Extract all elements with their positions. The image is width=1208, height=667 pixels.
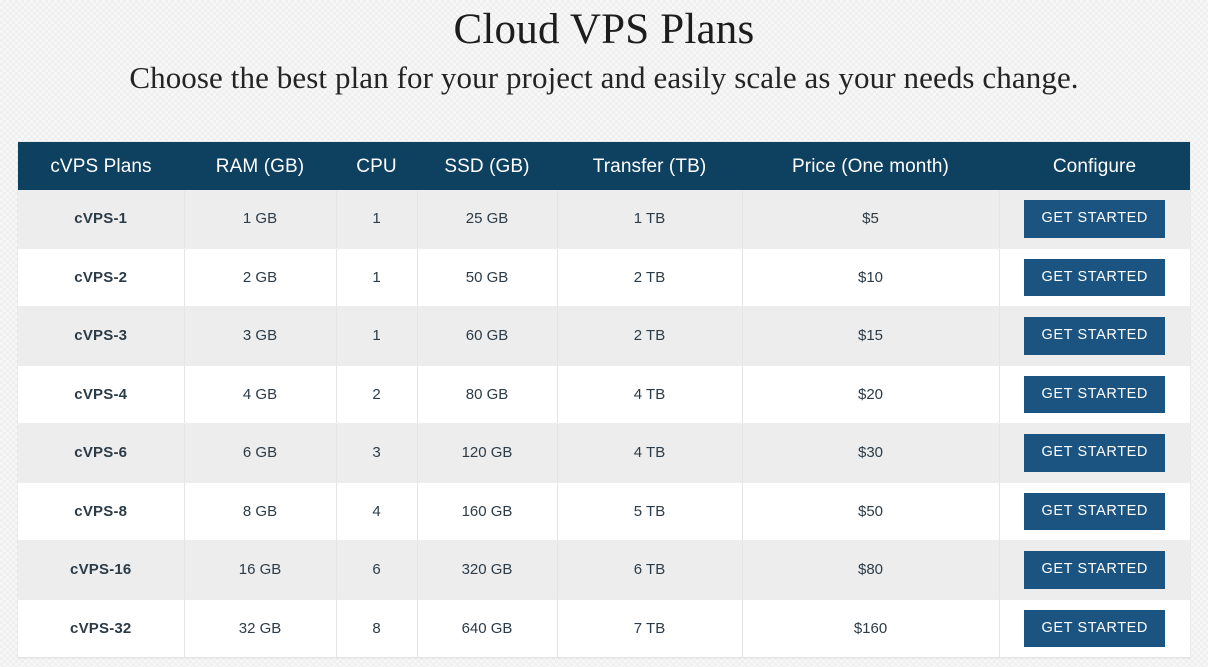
- cell-configure: GET STARTED: [999, 482, 1190, 541]
- page-subtitle: Choose the best plan for your project an…: [129, 60, 1079, 96]
- cell-price: $20: [742, 365, 1000, 424]
- column-header-ram: RAM (GB): [184, 142, 336, 190]
- table-body: cVPS-1 1 GB 1 25 GB 1 TB $5 GET STARTED …: [18, 190, 1190, 658]
- cell-ram: 1 GB: [184, 190, 337, 249]
- cell-ram: 6 GB: [184, 423, 337, 483]
- get-started-button[interactable]: GET STARTED: [1024, 317, 1165, 355]
- cell-ram: 4 GB: [184, 365, 337, 424]
- cell-transfer: 4 TB: [557, 423, 743, 483]
- cell-configure: GET STARTED: [999, 365, 1190, 424]
- cell-configure: GET STARTED: [999, 540, 1190, 600]
- cell-transfer: 7 TB: [557, 599, 743, 658]
- cell-cpu: 1: [336, 190, 418, 249]
- cell-transfer: 5 TB: [557, 482, 743, 541]
- table-row: cVPS-3 3 GB 1 60 GB 2 TB $15 GET STARTED: [18, 306, 1190, 366]
- cell-configure: GET STARTED: [999, 599, 1190, 658]
- table-row: cVPS-2 2 GB 1 50 GB 2 TB $10 GET STARTED: [18, 248, 1190, 307]
- table-row: cVPS-4 4 GB 2 80 GB 4 TB $20 GET STARTED: [18, 365, 1190, 424]
- get-started-button[interactable]: GET STARTED: [1024, 551, 1165, 589]
- get-started-button[interactable]: GET STARTED: [1024, 258, 1165, 296]
- column-header-transfer: Transfer (TB): [557, 142, 742, 190]
- get-started-button[interactable]: GET STARTED: [1024, 434, 1165, 472]
- cell-price: $30: [742, 423, 1000, 483]
- column-header-ssd: SSD (GB): [417, 142, 557, 190]
- cell-transfer: 2 TB: [557, 248, 743, 307]
- cell-price: $50: [742, 482, 1000, 541]
- cell-ssd: 50 GB: [417, 248, 558, 307]
- get-started-button[interactable]: GET STARTED: [1024, 609, 1165, 647]
- cell-cpu: 8: [336, 599, 418, 658]
- cell-ram: 32 GB: [184, 599, 337, 658]
- cell-plan-name: cVPS-3: [18, 306, 185, 366]
- cell-price: $80: [742, 540, 1000, 600]
- cell-ram: 3 GB: [184, 306, 337, 366]
- cell-plan-name: cVPS-8: [18, 482, 185, 541]
- cell-transfer: 2 TB: [557, 306, 743, 366]
- cell-ssd: 80 GB: [417, 365, 558, 424]
- pricing-page: Cloud VPS Plans Choose the best plan for…: [0, 0, 1208, 667]
- table-row: cVPS-16 16 GB 6 320 GB 6 TB $80 GET STAR…: [18, 540, 1190, 600]
- cell-plan-name: cVPS-4: [18, 365, 185, 424]
- cell-ssd: 120 GB: [417, 423, 558, 483]
- cell-plan-name: cVPS-16: [18, 540, 185, 600]
- cell-cpu: 4: [336, 482, 418, 541]
- cell-transfer: 1 TB: [557, 190, 743, 249]
- cell-price: $5: [742, 190, 1000, 249]
- cell-cpu: 1: [336, 248, 418, 307]
- cell-cpu: 2: [336, 365, 418, 424]
- table-row: cVPS-1 1 GB 1 25 GB 1 TB $5 GET STARTED: [18, 190, 1190, 249]
- cell-transfer: 6 TB: [557, 540, 743, 600]
- cell-ram: 16 GB: [184, 540, 337, 600]
- cell-plan-name: cVPS-1: [18, 190, 185, 249]
- table-row: cVPS-6 6 GB 3 120 GB 4 TB $30 GET STARTE…: [18, 423, 1190, 483]
- cell-cpu: 1: [336, 306, 418, 366]
- get-started-button[interactable]: GET STARTED: [1024, 492, 1165, 530]
- cell-configure: GET STARTED: [999, 423, 1190, 483]
- get-started-button[interactable]: GET STARTED: [1024, 200, 1165, 238]
- cell-ssd: 160 GB: [417, 482, 558, 541]
- cell-price: $10: [742, 248, 1000, 307]
- cell-ssd: 320 GB: [417, 540, 558, 600]
- column-header-price: Price (One month): [742, 142, 999, 190]
- cell-plan-name: cVPS-6: [18, 423, 185, 483]
- column-header-configure: Configure: [999, 142, 1190, 190]
- cell-ssd: 25 GB: [417, 190, 558, 249]
- cell-transfer: 4 TB: [557, 365, 743, 424]
- cell-ram: 8 GB: [184, 482, 337, 541]
- cell-ram: 2 GB: [184, 248, 337, 307]
- cell-plan-name: cVPS-32: [18, 599, 185, 658]
- cell-configure: GET STARTED: [999, 306, 1190, 366]
- get-started-button[interactable]: GET STARTED: [1024, 375, 1165, 413]
- cell-price: $160: [742, 599, 1000, 658]
- column-header-plan: cVPS Plans: [18, 142, 184, 190]
- cell-ssd: 60 GB: [417, 306, 558, 366]
- column-header-cpu: CPU: [336, 142, 417, 190]
- table-header: cVPS Plans RAM (GB) CPU SSD (GB) Transfe…: [18, 142, 1190, 190]
- page-heading: Cloud VPS Plans Choose the best plan for…: [0, 0, 1208, 97]
- page-title: Cloud VPS Plans: [453, 6, 755, 53]
- table-row: cVPS-32 32 GB 8 640 GB 7 TB $160 GET STA…: [18, 599, 1190, 658]
- cell-configure: GET STARTED: [999, 248, 1190, 307]
- cell-plan-name: cVPS-2: [18, 248, 185, 307]
- cell-cpu: 6: [336, 540, 418, 600]
- plans-table: cVPS Plans RAM (GB) CPU SSD (GB) Transfe…: [18, 142, 1190, 658]
- cell-cpu: 3: [336, 423, 418, 483]
- cell-configure: GET STARTED: [999, 190, 1190, 249]
- plans-table-container: cVPS Plans RAM (GB) CPU SSD (GB) Transfe…: [18, 142, 1190, 658]
- table-row: cVPS-8 8 GB 4 160 GB 5 TB $50 GET STARTE…: [18, 482, 1190, 541]
- table-header-row: cVPS Plans RAM (GB) CPU SSD (GB) Transfe…: [18, 142, 1190, 190]
- cell-price: $15: [742, 306, 1000, 366]
- cell-ssd: 640 GB: [417, 599, 558, 658]
